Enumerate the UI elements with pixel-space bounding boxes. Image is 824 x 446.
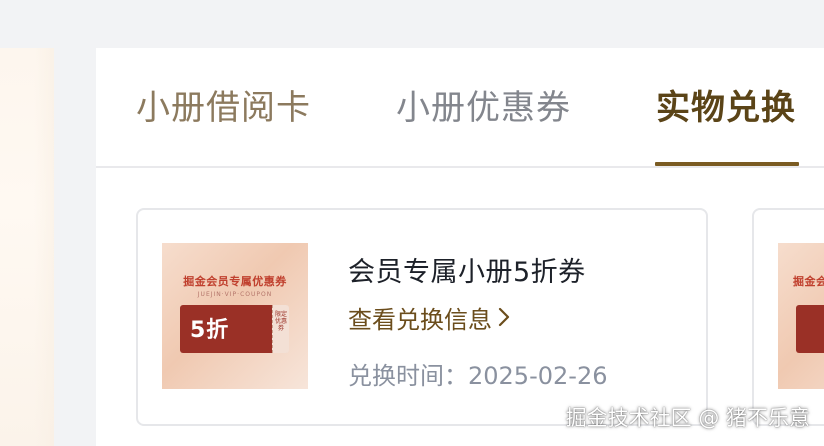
coupon-card[interactable]: 掘金会员专属优惠券 JUEJIN·VIP·COUPON 5折 限定优惠券 会员专… [136,208,708,426]
exchange-time-value: 2025-02-26 [468,362,608,390]
thumbnail-title: 掘金会员专属优惠券 [183,275,287,288]
thumbnail-title-next: 掘金会 [793,275,824,288]
thumbnail-ticket-stub: 限定优惠券 [272,305,289,353]
chevron-right-icon [498,305,510,333]
view-exchange-info-label: 查看兑换信息 [348,306,492,334]
exchange-card: 小册借阅卡 小册优惠券 实物兑换 掘金会员专属优惠券 JUEJIN·VIP·CO… [96,48,824,446]
active-tab-indicator [655,162,799,166]
coupon-thumbnail: 掘金会员专属优惠券 JUEJIN·VIP·COUPON 5折 限定优惠券 [162,243,308,389]
exchange-time-label: 兑换时间： [348,362,468,390]
tab-booklet-coupon[interactable]: 小册优惠券 [396,86,571,130]
coupon-card-next[interactable]: 掘金会 [752,208,824,426]
thumbnail-stub-text: 限定优惠券 [275,311,288,332]
tab-bar: 小册借阅卡 小册优惠券 实物兑换 [96,48,824,168]
coupon-thumbnail-next: 掘金会 [778,243,824,389]
thumbnail-discount: 5折 [190,318,230,343]
thumbnail-ticket-next [796,305,824,353]
exchange-time: 兑换时间：2025-02-26 [348,356,607,391]
tab-physical-exchange[interactable]: 实物兑换 [656,86,796,130]
page: 小册借阅卡 小册优惠券 实物兑换 掘金会员专属优惠券 JUEJIN·VIP·CO… [0,0,824,446]
coupon-title: 会员专属小册5折券 [348,257,586,288]
watermark: 掘金技术社区 @ 猪不乐意 [565,406,810,430]
view-exchange-info-link[interactable]: 查看兑换信息 [348,300,510,335]
left-decorative-panel [0,48,54,446]
thumbnail-subtitle: JUEJIN·VIP·COUPON [197,291,273,298]
thumbnail-ticket: 5折 限定优惠券 [180,305,289,353]
tab-booklet-borrow-card[interactable]: 小册借阅卡 [136,86,311,130]
